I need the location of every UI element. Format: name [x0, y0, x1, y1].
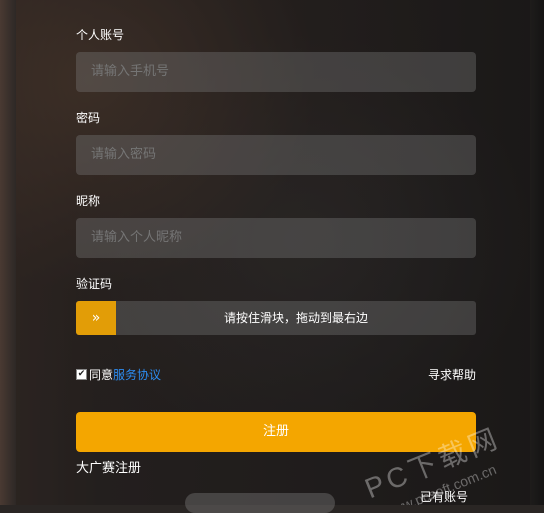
- login-link[interactable]: 已有账号: [420, 488, 468, 505]
- right-edge: [530, 0, 544, 505]
- account-label: 个人账号: [76, 28, 125, 42]
- agree-text: 同意: [89, 368, 114, 382]
- password-input[interactable]: [76, 135, 476, 175]
- password-label: 密码: [76, 111, 101, 125]
- register-button[interactable]: 注册: [76, 412, 476, 452]
- agree-row: ✔ 同意 服务协议: [76, 366, 161, 383]
- checkmark-icon: ✔: [77, 369, 86, 379]
- captcha-label: 验证码: [76, 277, 113, 291]
- bottom-pill: [185, 493, 335, 513]
- slider-handle[interactable]: »: [76, 301, 116, 335]
- captcha-slider[interactable]: » 请按住滑块，拖动到最右边: [76, 301, 476, 335]
- double-chevron-right-icon: »: [91, 310, 101, 326]
- left-edge: [0, 0, 16, 505]
- nickname-input[interactable]: [76, 218, 476, 258]
- help-link[interactable]: 寻求帮助: [428, 366, 476, 383]
- agree-checkbox[interactable]: ✔: [76, 369, 87, 380]
- nickname-label: 昵称: [76, 194, 101, 208]
- slider-instruction: 请按住滑块，拖动到最右边: [223, 311, 368, 325]
- service-agreement-link[interactable]: 服务协议: [113, 366, 161, 383]
- phone-input[interactable]: [76, 52, 476, 92]
- contest-register-link[interactable]: 大广赛注册: [76, 457, 141, 476]
